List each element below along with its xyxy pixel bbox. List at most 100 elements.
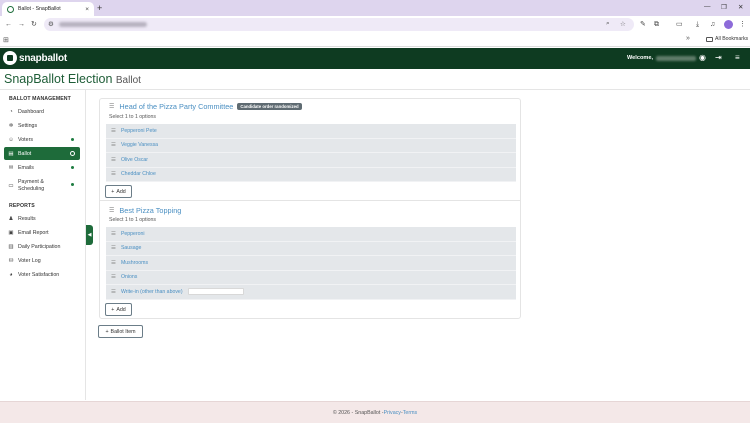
profile-avatar[interactable] <box>724 20 733 29</box>
minimize-icon[interactable]: — <box>704 3 711 10</box>
logo-text: snapballot <box>19 52 68 64</box>
option-label[interactable]: Sausage <box>121 245 141 251</box>
address-bar[interactable]: ⚙ ⌕ ☆ <box>44 18 634 31</box>
gear-icon: ✲ <box>8 122 14 129</box>
folder-icon <box>706 36 713 42</box>
option-label[interactable]: Mushrooms <box>121 260 148 266</box>
new-tab-button[interactable]: + <box>97 2 102 14</box>
sidebar-item-email-report[interactable]: ▣ Email Report <box>4 228 80 237</box>
sidebar-item-payment-scheduling[interactable]: ▭ Payment & Scheduling <box>4 177 80 194</box>
sidebar-item-daily-participation[interactable]: ▥ Daily Participation <box>4 242 80 251</box>
back-icon[interactable]: ← <box>5 20 12 29</box>
user-account-icon[interactable]: ◉ <box>699 53 706 63</box>
status-ring-icon <box>70 151 75 156</box>
close-tab-icon[interactable]: × <box>85 6 89 13</box>
option-label[interactable]: Pepperoni Pete <box>121 128 157 134</box>
all-bookmarks-button[interactable]: All Bookmarks <box>706 36 748 42</box>
drag-handle-icon[interactable]: ☰ <box>111 274 116 280</box>
browser-tab-strip: Ballot - SnapBallot × + — ❐ ✕ <box>0 0 750 16</box>
snapballot-logo[interactable]: snapballot <box>3 51 67 65</box>
privacy-link[interactable]: Privacy <box>384 410 401 416</box>
option-row[interactable]: ☰ Cheddar Chloe <box>106 168 516 182</box>
browser-tab[interactable]: Ballot - SnapBallot × <box>2 2 94 16</box>
option-row[interactable]: ☰ Pepperoni <box>106 227 516 242</box>
option-label[interactable]: Onions <box>121 274 137 280</box>
sidebar-item-voter-log[interactable]: ⛁ Voter Log <box>4 256 80 265</box>
drag-handle-icon[interactable]: ☰ <box>109 207 114 214</box>
write-in-input[interactable] <box>187 288 244 296</box>
footer: © 2026 - SnapBallot - Privacy - Terms <box>0 401 750 423</box>
maximize-icon[interactable]: ❐ <box>721 3 727 11</box>
sidebar-item-dashboard[interactable]: ◔ Dashboard <box>4 107 80 116</box>
sidebar-item-settings[interactable]: ✲ Settings <box>4 121 80 130</box>
url-text-blurred <box>59 22 147 27</box>
sidebar-collapse-button[interactable]: ◀ <box>86 225 93 245</box>
add-option-button[interactable]: + Add <box>105 303 132 316</box>
puzzle-extension-icon[interactable]: ⧉ <box>654 20 659 29</box>
option-row-write-in[interactable]: ☰ Write-in (other than above) <box>106 285 516 300</box>
drag-handle-icon[interactable]: ☰ <box>111 231 116 237</box>
sidebar-item-voter-satisfaction[interactable]: ◕ Voter Satisfaction <box>4 270 80 279</box>
zoom-search-icon[interactable]: ⌕ <box>606 20 610 28</box>
drag-handle-icon[interactable]: ☰ <box>111 157 116 163</box>
option-row[interactable]: ☰ Veggie Vanessa <box>106 139 516 153</box>
cast-icon[interactable]: ▭ <box>676 20 683 29</box>
download-icon[interactable]: ⤓ <box>696 20 699 29</box>
reload-icon[interactable]: ↻ <box>31 20 37 29</box>
apps-grid-icon[interactable]: ⊞ <box>3 36 9 44</box>
option-label[interactable]: Cheddar Chloe <box>121 171 156 177</box>
option-row[interactable]: ☰ Onions <box>106 271 516 285</box>
hamburger-menu-icon[interactable]: ≡ <box>735 53 740 63</box>
sidebar-item-label: Daily Participation <box>18 243 61 250</box>
site-info-icon[interactable]: ⚙ <box>48 20 54 28</box>
add-option-button[interactable]: + Add <box>105 185 132 198</box>
browser-toolbar: ← → ↻ ⚙ ⌕ ☆ ✎ ⧉ ▭ ⤓ ♫ ⋮ <box>0 16 750 33</box>
close-window-icon[interactable]: ✕ <box>738 3 743 11</box>
add-ballot-item-button[interactable]: + Ballot Item <box>98 325 143 338</box>
option-label[interactable]: Olive Oscar <box>121 157 148 163</box>
sidebar-item-label: Scheduling <box>18 185 45 192</box>
option-label[interactable]: Pepperoni <box>121 231 145 237</box>
pen-extension-icon[interactable]: ✎ <box>640 20 646 29</box>
footer-copyright: © 2026 - SnapBallot - <box>332 409 384 416</box>
option-label[interactable]: Veggie Vanessa <box>121 142 158 148</box>
sidebar-item-label: Payment & <box>18 178 44 185</box>
drag-handle-icon[interactable]: ☰ <box>111 289 116 295</box>
option-label[interactable]: Write-in (other than above) <box>121 289 183 295</box>
sidebar-item-ballot[interactable]: ▤ Ballot <box>4 147 80 160</box>
drag-handle-icon[interactable]: ☰ <box>111 142 116 148</box>
drag-handle-icon[interactable]: ☰ <box>111 260 116 266</box>
option-row[interactable]: ☰ Sausage <box>106 242 516 256</box>
randomized-badge: Candidate order randomized <box>237 103 302 110</box>
ballot-item-title-link[interactable]: Head of the Pizza Party Committee <box>119 102 233 111</box>
logout-icon[interactable]: ⇥ <box>715 53 722 63</box>
drag-handle-icon[interactable]: ☰ <box>111 171 116 177</box>
status-dot <box>71 138 74 141</box>
bookmarks-overflow-icon[interactable]: » <box>686 35 690 42</box>
logo-mark-icon <box>3 51 17 65</box>
sidebar-item-voters[interactable]: ☺ Voters <box>4 135 80 144</box>
add-option-label: Add <box>116 306 126 313</box>
bookmark-star-icon[interactable]: ☆ <box>620 20 626 28</box>
sidebar-item-results[interactable]: ♟ Results <box>4 214 80 223</box>
sidebar-item-label: Email Report <box>18 229 49 236</box>
option-row[interactable]: ☰ Pepperoni Pete <box>106 124 516 139</box>
drag-handle-icon[interactable]: ☰ <box>111 128 116 134</box>
drag-handle-icon[interactable]: ☰ <box>111 245 116 251</box>
status-dot <box>71 183 74 186</box>
option-row[interactable]: ☰ Olive Oscar <box>106 153 516 168</box>
forward-icon[interactable]: → <box>18 20 25 29</box>
terms-link[interactable]: Terms <box>403 410 417 416</box>
option-row[interactable]: ☰ Mushrooms <box>106 256 516 271</box>
ballot-item-title-link[interactable]: Best Pizza Topping <box>119 206 181 215</box>
credit-card-icon: ▭ <box>8 182 14 189</box>
sidebar-item-label-wrap: Payment & Scheduling <box>18 179 44 193</box>
sidebar-item-emails[interactable]: ✉ Emails <box>4 163 80 172</box>
database-icon: ⛁ <box>8 257 14 264</box>
browser-menu-icon[interactable]: ⋮ <box>739 20 746 29</box>
snapballot-favicon-icon <box>7 5 14 13</box>
sidebar-section-ballot-management: BALLOT MANAGEMENT <box>9 96 71 102</box>
ballot-item-title: ☰ Best Pizza Topping <box>109 206 181 215</box>
drag-handle-icon[interactable]: ☰ <box>109 103 114 110</box>
media-icon[interactable]: ♫ <box>710 20 715 29</box>
